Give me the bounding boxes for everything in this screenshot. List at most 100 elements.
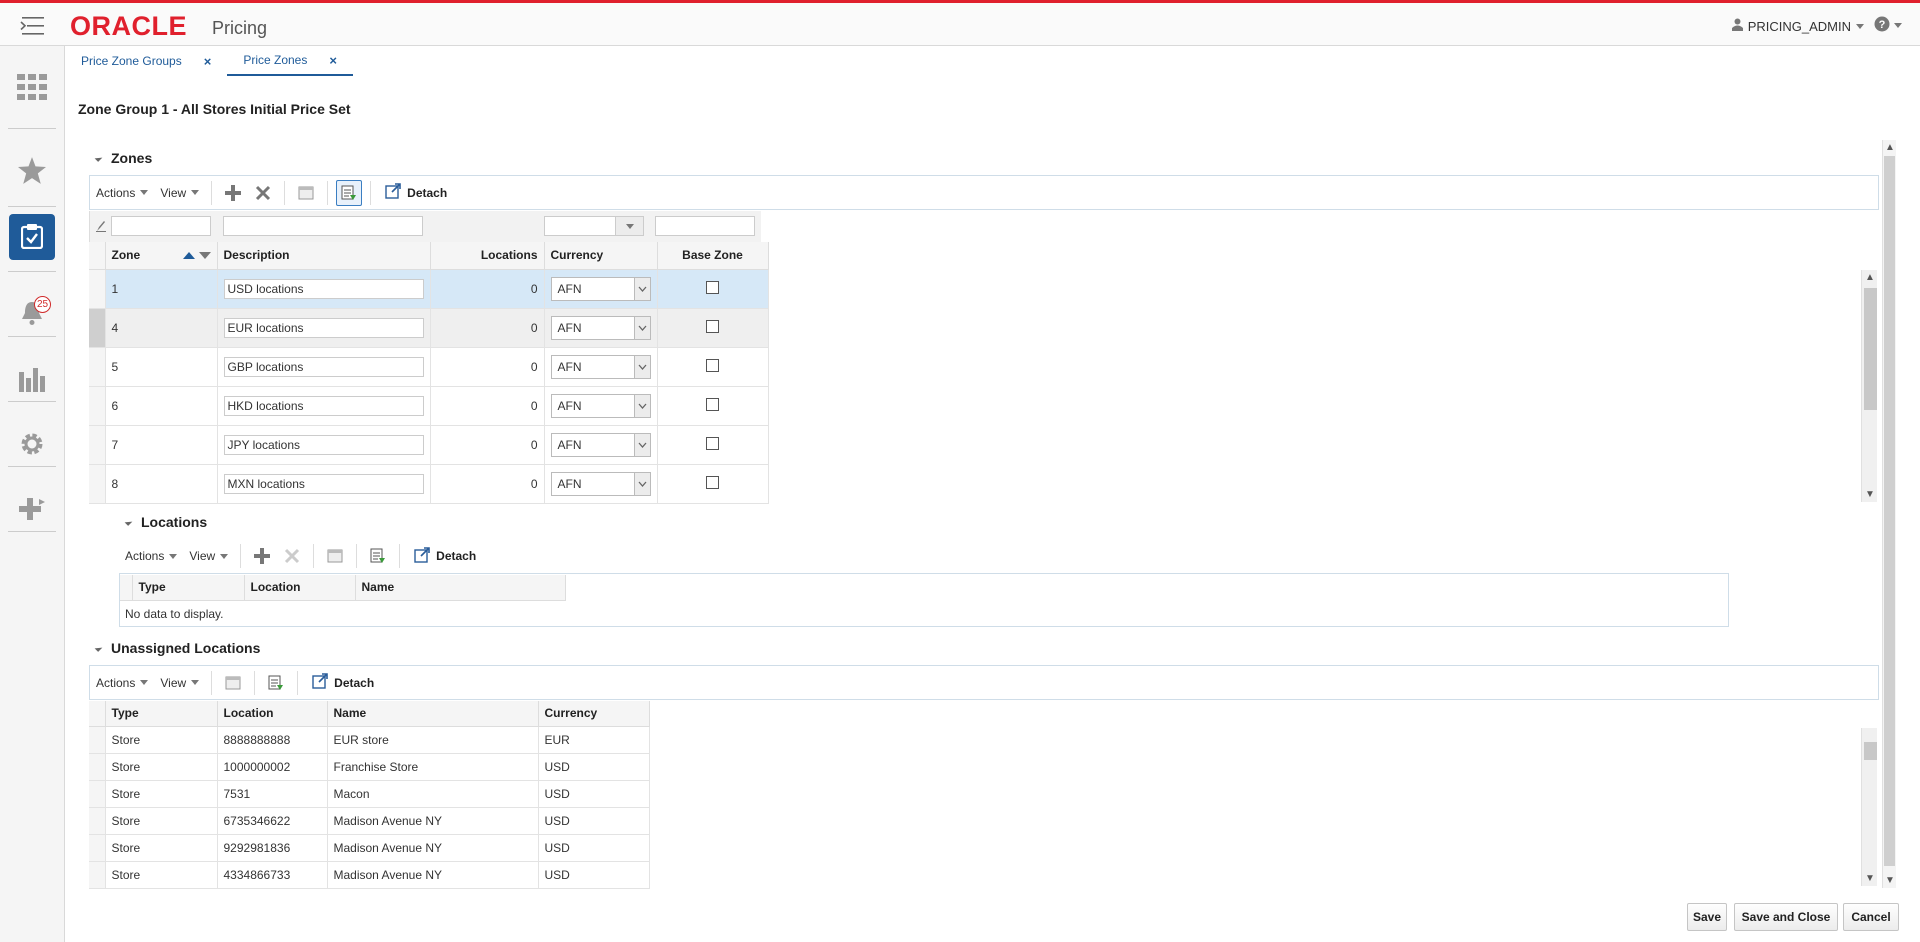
currency-select[interactable]: AFN — [550, 471, 651, 496]
currency-select[interactable]: AFN — [550, 432, 651, 457]
row-header[interactable] — [89, 425, 106, 465]
help-menu[interactable]: ? — [1874, 16, 1902, 35]
currency-select[interactable]: AFN — [550, 393, 651, 418]
row-header[interactable] — [89, 834, 106, 862]
column-location[interactable]: Location — [244, 575, 356, 601]
actions-menu[interactable]: Actions — [90, 186, 154, 200]
row-header[interactable] — [89, 807, 106, 835]
description-input[interactable]: USD locations — [223, 278, 424, 299]
column-type[interactable]: Type — [132, 575, 245, 601]
description-input[interactable]: MXN locations — [223, 473, 424, 494]
clear-filter-icon[interactable] — [96, 220, 106, 235]
freeze-icon[interactable] — [220, 670, 246, 696]
zones-scrollbar[interactable]: ▲ ▼ — [1861, 270, 1877, 502]
save-button[interactable]: Save — [1687, 903, 1727, 931]
zones-section-header[interactable]: Zones — [94, 150, 152, 166]
base-zone-checkbox[interactable] — [706, 397, 719, 411]
scroll-thumb[interactable] — [1864, 742, 1877, 760]
table-row[interactable]: 6 HKD locations 0 AFN — [89, 386, 769, 426]
view-menu[interactable]: View — [183, 549, 234, 563]
freeze-icon[interactable] — [322, 543, 348, 569]
sort-icon[interactable] — [181, 249, 211, 263]
base-zone-checkbox[interactable] — [706, 358, 719, 372]
base-zone-checkbox[interactable] — [706, 280, 719, 294]
row-header[interactable] — [89, 308, 106, 348]
sidebar-item-dashboard[interactable] — [0, 56, 64, 120]
currency-select[interactable]: AFN — [550, 354, 651, 379]
base-zone-checkbox[interactable] — [706, 436, 719, 450]
table-row[interactable]: Store 9292981836 Madison Avenue NY USD — [89, 834, 650, 862]
base-zone-checkbox[interactable] — [706, 475, 719, 489]
detach-button[interactable]: Detach — [377, 183, 455, 202]
row-header[interactable] — [89, 861, 106, 889]
description-input[interactable]: HKD locations — [223, 395, 424, 416]
table-row[interactable]: Store 6735346622 Madison Avenue NY USD — [89, 807, 650, 835]
row-header[interactable] — [89, 464, 106, 504]
description-input[interactable]: EUR locations — [223, 317, 424, 338]
sidebar-item-tasks[interactable] — [0, 205, 64, 269]
table-row[interactable]: 1 USD locations 0 AFN — [89, 269, 769, 309]
tab-price-zone-groups[interactable]: Price Zone Groups × — [65, 46, 227, 76]
description-input[interactable]: GBP locations — [223, 356, 424, 377]
description-input[interactable]: JPY locations — [223, 434, 424, 455]
base-zone-checkbox[interactable] — [706, 319, 719, 333]
sidebar-item-favorites[interactable] — [0, 140, 64, 204]
table-row[interactable]: 4 EUR locations 0 AFN — [89, 308, 769, 348]
actions-menu[interactable]: Actions — [119, 549, 183, 563]
collapse-icon[interactable] — [124, 518, 133, 526]
cancel-button[interactable]: Cancel — [1843, 903, 1899, 931]
column-zone[interactable]: Zone — [105, 242, 218, 270]
table-row[interactable]: Store 7531 Macon USD — [89, 780, 650, 808]
table-row[interactable]: 8 MXN locations 0 AFN — [89, 464, 769, 504]
table-row[interactable]: Store 4334866733 Madison Avenue NY USD — [89, 861, 650, 889]
query-by-example-icon[interactable] — [336, 179, 363, 206]
column-locations[interactable]: Locations — [430, 242, 545, 270]
row-header[interactable] — [89, 753, 106, 781]
delete-icon[interactable] — [250, 180, 276, 206]
close-icon[interactable]: × — [204, 54, 212, 69]
row-header[interactable] — [89, 726, 106, 754]
collapse-icon[interactable] — [94, 644, 103, 652]
column-name[interactable]: Name — [327, 701, 539, 727]
row-header[interactable] — [89, 347, 106, 387]
query-by-example-icon[interactable] — [365, 543, 391, 569]
sidebar-item-settings[interactable] — [0, 413, 64, 477]
unassigned-section-header[interactable]: Unassigned Locations — [94, 640, 260, 656]
close-icon[interactable]: × — [329, 53, 337, 68]
scroll-thumb[interactable] — [1884, 156, 1895, 866]
row-header[interactable] — [89, 386, 106, 426]
scroll-up-icon[interactable]: ▲ — [1885, 142, 1895, 153]
currency-filter-select[interactable] — [544, 216, 644, 236]
tab-price-zones[interactable]: Price Zones × — [227, 46, 353, 76]
add-icon[interactable] — [220, 180, 246, 206]
detach-button[interactable]: Detach — [304, 673, 382, 692]
column-location[interactable]: Location — [217, 701, 328, 727]
collapse-icon[interactable] — [94, 154, 103, 162]
scroll-up-icon[interactable]: ▲ — [1865, 272, 1875, 283]
table-row[interactable]: 5 GBP locations 0 AFN — [89, 347, 769, 387]
currency-select[interactable]: AFN — [550, 276, 651, 301]
scroll-down-icon[interactable]: ▼ — [1885, 875, 1895, 886]
column-type[interactable]: Type — [105, 701, 218, 727]
unassigned-scrollbar[interactable]: ▼ — [1861, 728, 1877, 886]
sidebar-item-reports[interactable] — [0, 348, 64, 412]
page-scrollbar[interactable]: ▲ ▼ — [1882, 140, 1896, 888]
currency-select[interactable]: AFN — [550, 315, 651, 340]
column-description[interactable]: Description — [217, 242, 431, 270]
column-currency[interactable]: Currency — [538, 701, 650, 727]
table-row[interactable]: 7 JPY locations 0 AFN — [89, 425, 769, 465]
row-header[interactable] — [89, 780, 106, 808]
view-menu[interactable]: View — [154, 676, 205, 690]
table-row[interactable]: Store 1000000002 Franchise Store USD — [89, 753, 650, 781]
scroll-down-icon[interactable]: ▼ — [1865, 873, 1875, 884]
column-name[interactable]: Name — [355, 575, 566, 601]
locations-section-header[interactable]: Locations — [124, 514, 207, 530]
column-base-zone[interactable]: Base Zone — [657, 242, 769, 270]
zone-filter-input[interactable] — [111, 216, 211, 236]
query-by-example-icon[interactable] — [263, 670, 289, 696]
detach-button[interactable]: Detach — [406, 546, 484, 566]
base-zone-filter-input[interactable] — [655, 216, 755, 236]
save-and-close-button[interactable]: Save and Close — [1734, 903, 1838, 931]
user-menu[interactable]: PRICING_ADMIN — [1731, 18, 1864, 34]
actions-menu[interactable]: Actions — [90, 676, 154, 690]
